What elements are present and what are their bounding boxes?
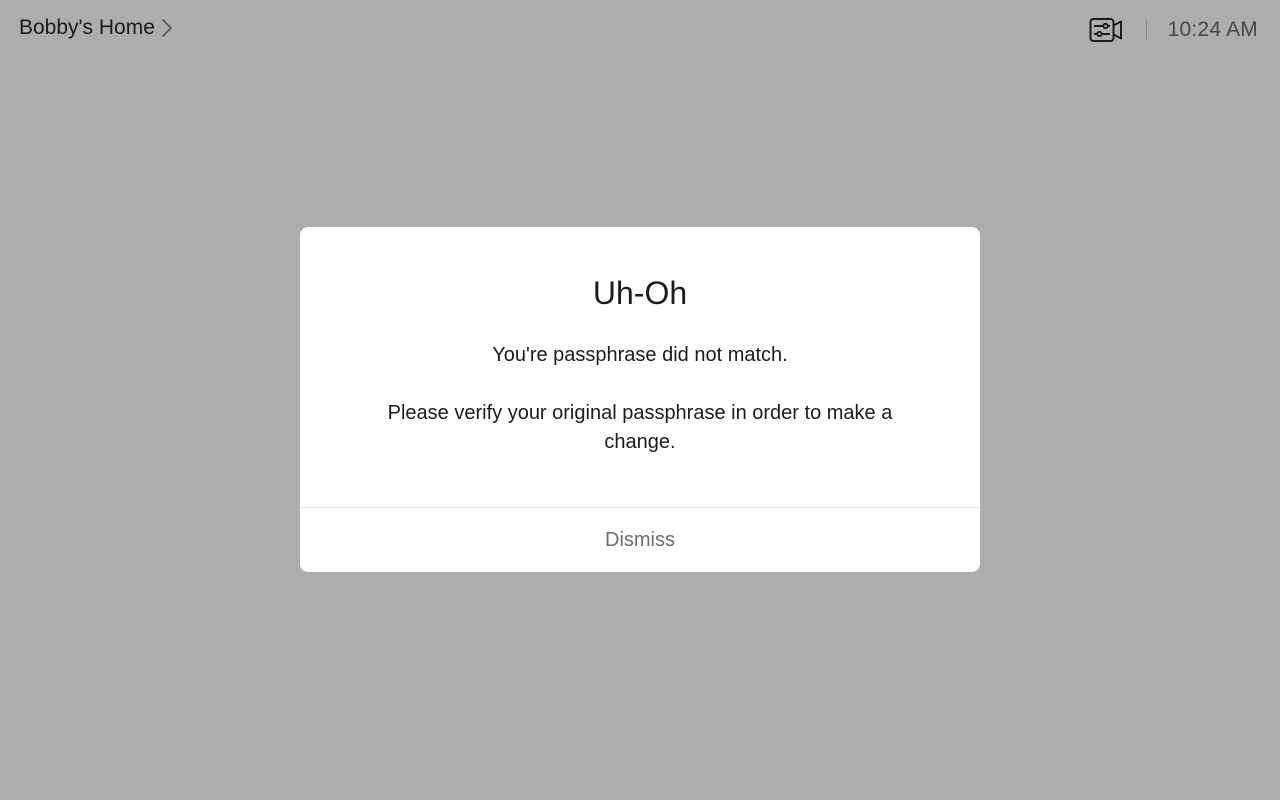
home-location-link[interactable]: Bobby's Home: [19, 16, 173, 40]
camera-settings-icon[interactable]: [1089, 17, 1123, 43]
dismiss-button[interactable]: Dismiss: [300, 508, 980, 572]
error-dialog: Uh-Oh You're passphrase did not match. P…: [300, 227, 980, 572]
status-area: 10:24 AM: [1089, 14, 1258, 46]
dialog-message-mismatch: You're passphrase did not match.: [492, 344, 788, 366]
dialog-body: Uh-Oh You're passphrase did not match. P…: [300, 227, 980, 507]
dialog-title: Uh-Oh: [592, 275, 688, 311]
clock: 10:24 AM: [1167, 18, 1258, 41]
dialog-message-verify: Please verify your original passphrase i…: [387, 402, 893, 453]
chevron-right-icon: [161, 18, 173, 38]
header-divider: [1145, 20, 1147, 40]
home-location-label: Bobby's Home: [19, 16, 155, 39]
top-bar: Bobby's Home 10:24 AM: [0, 0, 1280, 60]
